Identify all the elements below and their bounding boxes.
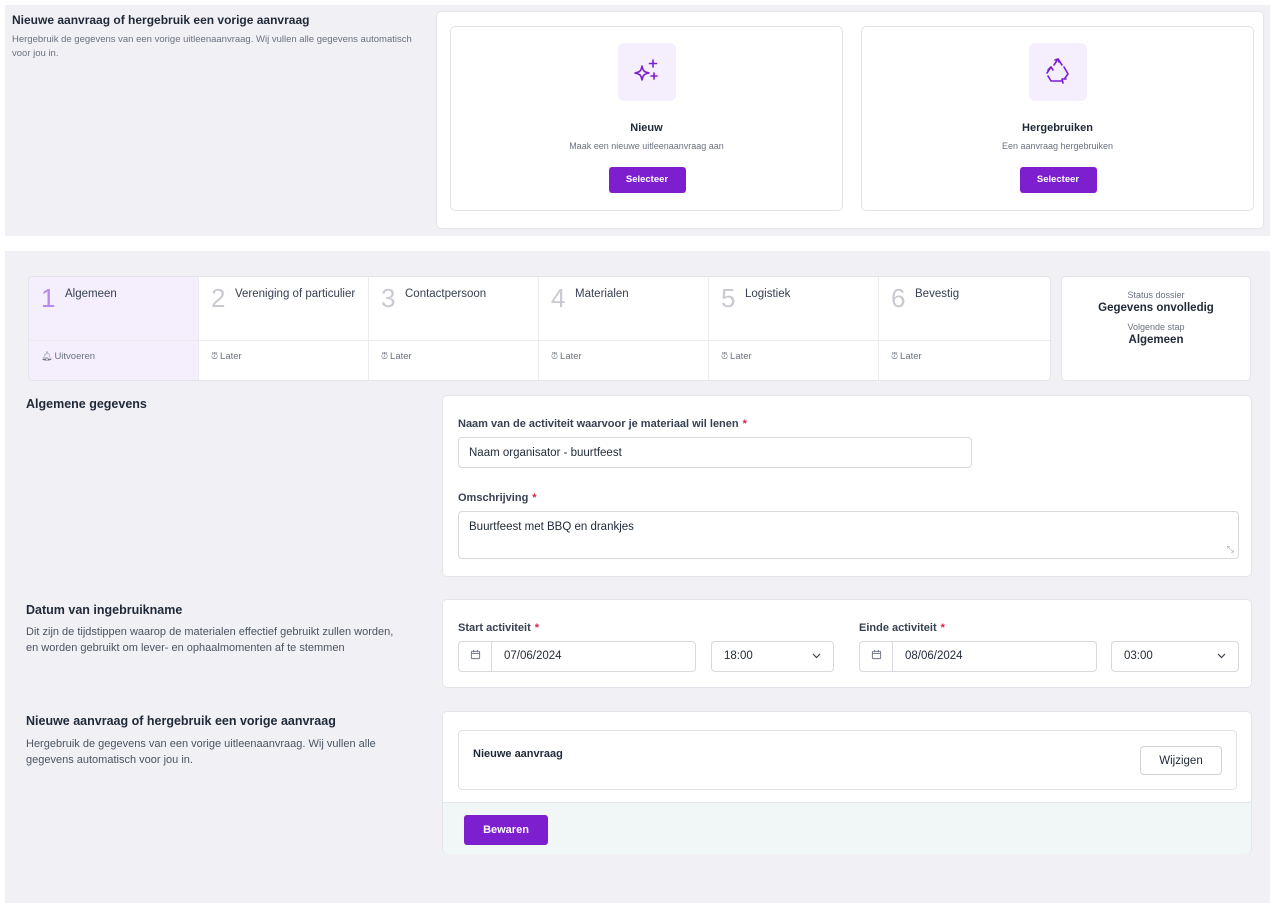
next-step-label: Volgende stap (1127, 322, 1185, 332)
dates-section-description: Dit zijn de tijdstippen waarop de materi… (26, 626, 394, 654)
choice-new-subtitle: Maak een nieuwe uitleenaanvraag aan (569, 141, 724, 151)
calendar-icon (459, 642, 492, 671)
step-contactpersoon[interactable]: 3 Contactpersoon ⏰︎ Later (369, 277, 539, 380)
choice-card-reuse[interactable]: Hergebruiken Een aanvraag hergebruiken S… (861, 26, 1254, 211)
end-time-select[interactable]: 03:00 (1111, 641, 1239, 672)
step-label: Contactpersoon (405, 288, 487, 300)
step-vereniging[interactable]: 2 Vereniging of particulier ⏰︎ Later (199, 277, 369, 380)
calendar-icon (860, 642, 893, 671)
alarm-icon: ⏰︎ (891, 351, 899, 361)
alarm-icon: ⏰︎ (721, 351, 729, 361)
resize-handle-icon[interactable]: ⤡ (1227, 544, 1234, 555)
description-label: Omschrijving * (458, 492, 537, 504)
reuse-section-title: Nieuwe aanvraag of hergebruik een vorige… (26, 714, 336, 728)
step-number: 3 (381, 283, 396, 313)
activity-name-label: Naam van de activiteit waarvoor je mater… (458, 418, 747, 430)
request-form-panel: 1 Algemeen 🔔︎ Uitvoeren 2 Vereniging of p… (5, 251, 1270, 903)
start-date-field[interactable]: 07/06/2024 (458, 641, 696, 672)
step-state: ⏰︎ Later (381, 351, 412, 362)
start-time-select[interactable]: 18:00 (711, 641, 834, 672)
dossier-status: Status dossier Gegevens onvolledig Volge… (1061, 276, 1251, 381)
chevron-down-icon (812, 653, 821, 659)
status-label: Status dossier (1127, 290, 1185, 300)
step-state: ⏰︎ Later (891, 351, 922, 362)
end-date-field[interactable]: 08/06/2024 (859, 641, 1097, 672)
step-number: 1 (41, 283, 56, 313)
step-number: 4 (551, 283, 566, 313)
dates-section-title: Datum van ingebruikname (26, 603, 183, 617)
start-date-value: 07/06/2024 (504, 650, 562, 662)
description-textarea[interactable]: Buurtfeest met BBQ en drankjes ⤡ (458, 511, 1239, 559)
reuse-panel-description: Hergebruik de gegevens van een vorige ui… (12, 34, 412, 59)
step-algemeen[interactable]: 1 Algemeen 🔔︎ Uitvoeren (29, 277, 199, 380)
alarm-icon: ⏰︎ (551, 351, 559, 361)
choice-reuse-subtitle: Een aanvraag hergebruiken (1001, 141, 1114, 151)
recycle-icon (1028, 43, 1087, 101)
chevron-down-icon (1217, 653, 1226, 659)
choice-new-title: Nieuw (630, 122, 663, 134)
reuse-section-description: Hergebruik de gegevens van een vorige ui… (26, 738, 376, 766)
alarm-icon: ⏰︎ (211, 351, 219, 361)
next-step-value: Algemeen (1128, 334, 1184, 346)
step-number: 6 (891, 283, 906, 313)
wizard-stepper: 1 Algemeen 🔔︎ Uitvoeren 2 Vereniging of p… (28, 276, 1051, 381)
sparkles-icon (617, 43, 676, 101)
card-footer: Bewaren (443, 802, 1251, 854)
step-bevestig[interactable]: 6 Bevestig ⏰︎ Later (879, 277, 1050, 380)
choice-cards: Nieuw Maak een nieuwe uitleenaanvraag aa… (436, 11, 1264, 229)
bell-icon: 🔔︎ (41, 351, 53, 361)
start-time-value: 18:00 (724, 650, 753, 662)
general-section-title: Algemene gegevens (26, 397, 147, 411)
end-time-value: 03:00 (1124, 650, 1153, 662)
choice-reuse-title: Hergebruiken (1022, 122, 1093, 134)
reuse-choice-panel: Nieuwe aanvraag of hergebruik een vorige… (5, 5, 1270, 236)
selected-request-box: Nieuwe aanvraag Wijzigen (458, 730, 1237, 790)
reuse-panel-title: Nieuwe aanvraag of hergebruik een vorige… (12, 13, 310, 27)
start-label: Start activiteit * (458, 622, 540, 634)
step-materialen[interactable]: 4 Materialen ⏰︎ Later (539, 277, 709, 380)
dates-card: Start activiteit * 07/06/2024 18:00 Einde… (442, 599, 1252, 688)
step-number: 5 (721, 283, 736, 313)
step-state: 🔔︎ Uitvoeren (41, 351, 96, 362)
select-reuse-button[interactable]: Selecteer (1019, 167, 1097, 193)
step-label: Bevestig (915, 288, 960, 300)
end-label: Einde activiteit * (859, 622, 945, 634)
step-label: Materialen (575, 288, 629, 300)
alarm-icon: ⏰︎ (381, 351, 389, 361)
selected-request-label: Nieuwe aanvraag (473, 748, 563, 760)
step-label: Algemeen (65, 288, 117, 300)
step-label: Logistiek (745, 288, 791, 300)
save-button[interactable]: Bewaren (464, 815, 548, 845)
change-button[interactable]: Wijzigen (1140, 746, 1222, 775)
step-state: ⏰︎ Later (551, 351, 582, 362)
reuse-intro: Nieuwe aanvraag of hergebruik een vorige… (12, 13, 412, 61)
reuse-card: Nieuwe aanvraag Wijzigen Bewaren (442, 711, 1252, 854)
step-label: Vereniging of particulier (235, 288, 356, 300)
step-state: ⏰︎ Later (721, 351, 752, 362)
step-number: 2 (211, 283, 226, 313)
end-date-value: 08/06/2024 (905, 650, 963, 662)
select-new-button[interactable]: Selecteer (608, 167, 686, 193)
activity-name-input[interactable] (458, 437, 972, 468)
step-logistiek[interactable]: 5 Logistiek ⏰︎ Later (709, 277, 879, 380)
choice-card-new[interactable]: Nieuw Maak een nieuwe uitleenaanvraag aa… (450, 26, 843, 211)
general-card: Naam van de activiteit waarvoor je mater… (442, 395, 1252, 577)
status-value: Gegevens onvolledig (1098, 302, 1214, 314)
step-state: ⏰︎ Later (211, 351, 242, 362)
